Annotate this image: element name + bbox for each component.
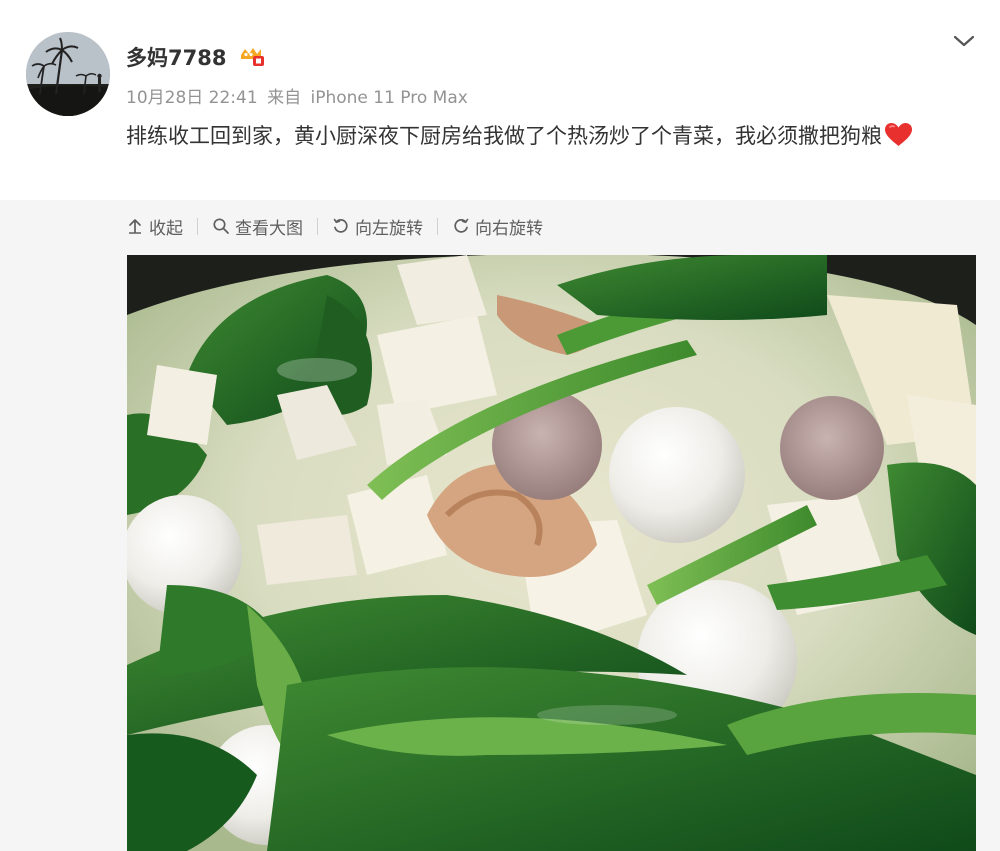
chevron-down-icon[interactable] (952, 30, 976, 52)
post-text: 排练收工回到家，黄小厨深夜下厨房给我做了个热汤炒了个青菜，我必须撒把狗粮 (126, 118, 976, 154)
toolbar-divider (197, 217, 198, 235)
collapse-button[interactable]: 收起 (126, 210, 183, 242)
rotate-right-button[interactable]: 向右旋转 (452, 210, 543, 242)
view-large-button[interactable]: 查看大图 (212, 210, 303, 242)
toolbar-divider (437, 217, 438, 235)
magnifier-icon (213, 218, 229, 234)
rotate-right-icon (454, 218, 469, 233)
collapse-label: 收起 (149, 218, 183, 239)
vip-badge-icon[interactable] (237, 45, 265, 67)
rotate-left-label: 向左旋转 (355, 218, 423, 239)
user-name[interactable]: 多妈7788 (126, 42, 226, 72)
avatar[interactable] (26, 32, 110, 116)
media-toolbar: 收起 查看大图 向左旋转 向右旋转 (126, 210, 543, 242)
soup-photo (127, 255, 976, 851)
media-area: 收起 查看大图 向左旋转 向右旋转 (0, 200, 1000, 851)
post-text-content: 排练收工回到家，黄小厨深夜下厨房给我做了个热汤炒了个青菜，我必须撒把狗粮 (126, 124, 882, 148)
red-heart-icon (885, 123, 912, 146)
post-photo[interactable] (127, 255, 976, 851)
post-meta: 10月28日 22:41 来自 iPhone 11 Pro Max (126, 83, 472, 108)
rotate-left-button[interactable]: 向左旋转 (332, 210, 423, 242)
source-prefix: 来自 (267, 88, 302, 108)
rotate-left-icon (333, 218, 348, 233)
post-date[interactable]: 10月28日 22:41 (126, 88, 258, 108)
post-header: 多妈7788 10月28日 22:41 来自 iPhone 11 Pro Max… (0, 0, 1000, 200)
view-large-label: 查看大图 (235, 218, 303, 239)
source-device: iPhone 11 Pro Max (310, 88, 468, 108)
rotate-right-label: 向右旋转 (475, 218, 543, 239)
avatar-image (26, 32, 110, 116)
collapse-arrow-icon (129, 219, 141, 234)
toolbar-divider (317, 217, 318, 235)
